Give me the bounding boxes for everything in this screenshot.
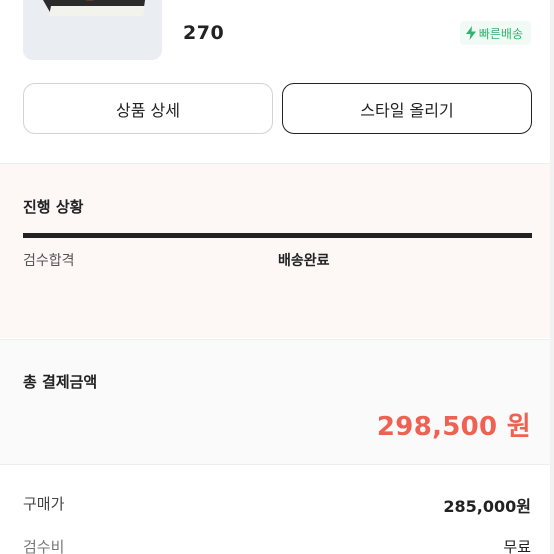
fast-delivery-badge: 빠른배송 — [459, 21, 531, 45]
product-detail-button[interactable]: 상품 상세 — [23, 83, 273, 134]
price-label: 구매가 — [23, 495, 65, 513]
total-payment-section: 총 결제금액 298,500 원 — [0, 339, 554, 465]
progress-step-delivered: 배송완료 — [278, 253, 330, 269]
progress-section: 진행 상황 검수합격 배송완료 — [0, 163, 554, 338]
product-size: 270 — [183, 22, 225, 44]
sneaker-image — [43, 0, 146, 16]
product-thumbnail[interactable] — [23, 0, 162, 60]
total-payment-label: 총 결제금액 — [23, 373, 98, 391]
lightning-icon — [465, 26, 476, 40]
progress-title: 진행 상황 — [23, 198, 84, 216]
inspection-fee-label: 검수비 — [23, 538, 65, 554]
progress-bar — [23, 233, 532, 238]
price-value: 285,000원 — [443, 497, 531, 516]
action-buttons: 상품 상세 스타일 올리기 — [23, 83, 532, 135]
upload-style-button[interactable]: 스타일 올리기 — [282, 83, 532, 134]
scrollbar-track[interactable] — [550, 0, 554, 554]
product-summary: 270 빠른배송 — [0, 0, 554, 70]
inspection-fee-value: 무료 — [503, 538, 531, 554]
progress-step-inspection: 검수합격 — [23, 253, 75, 269]
total-payment-amount: 298,500 원 — [376, 412, 531, 442]
inspection-fee-row: 검수비 무료 — [23, 536, 531, 554]
price-row: 구매가 285,000원 — [23, 493, 531, 516]
fast-delivery-label: 빠른배송 — [478, 26, 523, 41]
